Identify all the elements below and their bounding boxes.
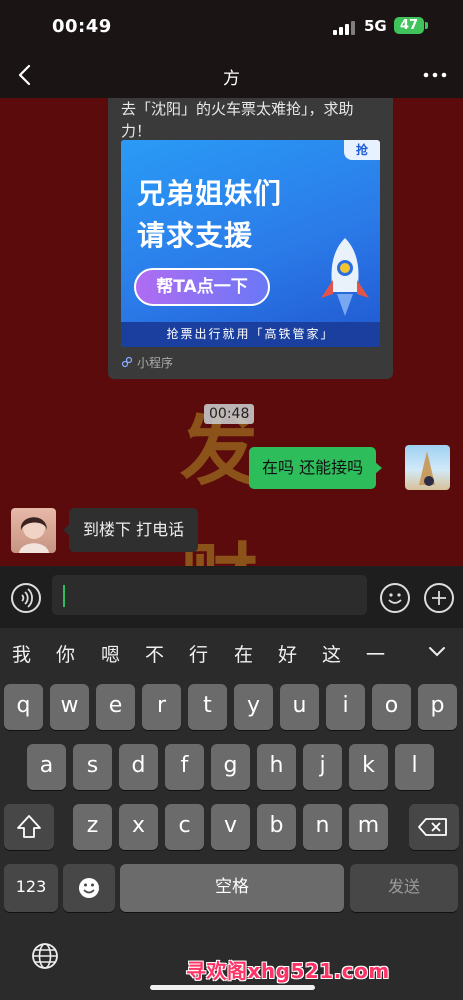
candidate-bar: 我 你 嗯 不 行 在 好 这 一 — [0, 628, 463, 674]
chevron-down-icon — [429, 647, 445, 657]
key-v[interactable]: v — [211, 804, 250, 850]
key-p[interactable]: p — [418, 684, 457, 730]
banner-footer: 抢票出行就用「高铁管家」 — [121, 322, 380, 347]
delete-key[interactable] — [409, 804, 459, 850]
mini-program-icon — [121, 356, 133, 368]
candidate-word[interactable]: 不 — [145, 640, 164, 667]
message-input[interactable] — [52, 575, 367, 615]
keyboard: 我 你 嗯 不 行 在 好 这 一 q w e r t y u i o p a … — [0, 628, 463, 1000]
message-timestamp: 00:48 — [204, 404, 255, 424]
number-key[interactable]: 123 — [4, 864, 58, 912]
key-f[interactable]: f — [165, 744, 204, 790]
key-x[interactable]: x — [119, 804, 158, 850]
key-m[interactable]: m — [349, 804, 388, 850]
chat-area[interactable]: 发 财 去「沈阳」的火车票太难抢」，求助力！ 抢 兄弟姐妹们 请求支援 帮TA点… — [0, 98, 463, 566]
nav-bar: 方 — [0, 52, 463, 98]
key-s[interactable]: s — [73, 744, 112, 790]
backspace-icon — [418, 818, 447, 836]
globe-icon — [32, 943, 58, 969]
key-e[interactable]: e — [96, 684, 135, 730]
more-dots-icon — [423, 72, 447, 78]
chat-title: 方 — [223, 69, 240, 89]
network-type: 5G — [364, 17, 387, 35]
mini-program-label: 小程序 — [121, 354, 173, 371]
key-z[interactable]: z — [73, 804, 112, 850]
watermark: 寻欢阁xhg521.com — [186, 959, 390, 983]
emoji-button[interactable] — [380, 583, 410, 613]
key-n[interactable]: n — [303, 804, 342, 850]
key-t[interactable]: t — [188, 684, 227, 730]
shift-icon — [17, 815, 41, 838]
mini-program-text: 小程序 — [137, 356, 174, 370]
card-banner: 抢 兄弟姐妹们 请求支援 帮TA点一下 抢票出行就用「高铁管家」 — [121, 140, 380, 347]
key-r[interactable]: r — [142, 684, 181, 730]
avatar-image — [419, 451, 435, 486]
wechat-chat-screen: 00:49 5G 47 方 发 财 去「沈阳」的火车票太难抢」，求助力！ 抢 兄… — [0, 0, 463, 1000]
rocket-icon — [321, 238, 369, 316]
key-a[interactable]: a — [27, 744, 66, 790]
candidate-word[interactable]: 一 — [366, 640, 385, 667]
home-indicator[interactable] — [150, 985, 315, 990]
key-c[interactable]: c — [165, 804, 204, 850]
contact-avatar[interactable] — [11, 508, 56, 553]
key-k[interactable]: k — [349, 744, 388, 790]
collapse-candidates-button[interactable] — [426, 640, 448, 662]
grab-tag: 抢 — [344, 140, 380, 160]
key-h[interactable]: h — [257, 744, 296, 790]
shift-key[interactable] — [4, 804, 54, 850]
key-i[interactable]: i — [326, 684, 365, 730]
candidate-word[interactable]: 你 — [56, 640, 75, 667]
card-message-text: 去「沈阳」的火车票太难抢」，求助力！ — [121, 100, 354, 140]
banner-headline-1: 兄弟姐妹们 — [137, 177, 283, 210]
input-bar — [0, 566, 463, 628]
more-button[interactable] — [419, 62, 451, 88]
battery-tip — [425, 22, 428, 29]
space-key[interactable]: 空格 — [120, 864, 344, 912]
key-b[interactable]: b — [257, 804, 296, 850]
contact-message-bubble[interactable]: 到楼下 打电话 — [62, 508, 199, 552]
voice-button[interactable] — [11, 583, 41, 613]
add-button[interactable] — [424, 583, 454, 613]
banner-headline-2: 请求支援 — [137, 219, 254, 252]
plus-icon — [432, 591, 446, 605]
battery-icon: 47 — [394, 17, 424, 34]
candidate-word[interactable]: 行 — [189, 640, 208, 667]
candidate-word[interactable]: 好 — [278, 640, 297, 667]
key-l[interactable]: l — [395, 744, 434, 790]
candidate-word[interactable]: 我 — [12, 640, 31, 667]
text-caret — [63, 585, 65, 607]
status-bar: 00:49 5G 47 — [0, 0, 463, 52]
signal-icon — [333, 20, 355, 35]
my-message-bubble[interactable]: 在吗 还能接吗 — [249, 447, 383, 489]
help-button[interactable]: 帮TA点一下 — [134, 268, 270, 306]
key-q[interactable]: q — [4, 684, 43, 730]
key-o[interactable]: o — [372, 684, 411, 730]
key-j[interactable]: j — [303, 744, 342, 790]
send-key[interactable]: 发送 — [350, 864, 458, 912]
emoji-key[interactable] — [63, 864, 115, 912]
language-switch-button[interactable] — [30, 941, 60, 971]
emoji-icon — [388, 593, 402, 604]
status-time: 00:49 — [52, 16, 112, 37]
key-g[interactable]: g — [211, 744, 250, 790]
emoji-icon — [79, 878, 99, 898]
voice-icon — [21, 588, 33, 608]
my-avatar[interactable] — [405, 445, 450, 490]
candidate-word[interactable]: 这 — [322, 640, 341, 667]
key-d[interactable]: d — [119, 744, 158, 790]
key-y[interactable]: y — [234, 684, 273, 730]
mini-program-card[interactable]: 去「沈阳」的火车票太难抢」，求助力！ 抢 兄弟姐妹们 请求支援 帮TA点一下 抢… — [108, 98, 393, 379]
key-w[interactable]: w — [50, 684, 89, 730]
candidate-word[interactable]: 在 — [234, 640, 253, 667]
candidate-word[interactable]: 嗯 — [101, 640, 120, 667]
key-u[interactable]: u — [280, 684, 319, 730]
avatar-image — [19, 517, 49, 553]
